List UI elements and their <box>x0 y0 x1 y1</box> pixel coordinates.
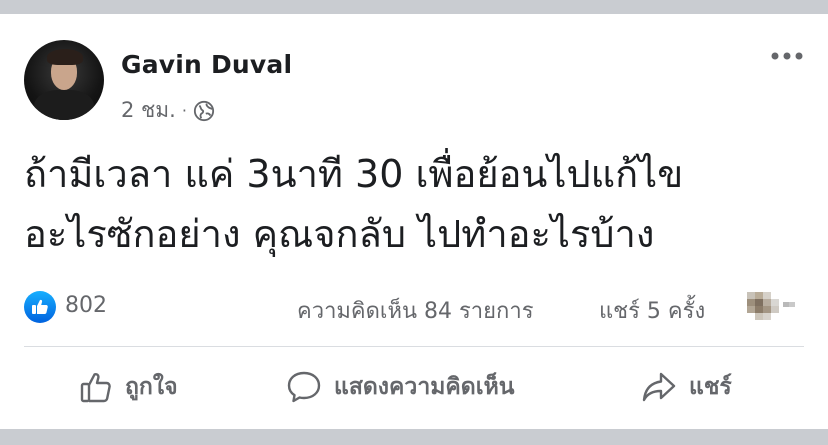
post-timestamp[interactable]: 2 ชม. <box>121 94 176 127</box>
shares-count[interactable]: แชร์ 5 ครั้ง <box>599 293 705 328</box>
comment-button[interactable]: แสดงความคิดเห็น <box>286 354 514 420</box>
post-actions: ถูกใจ แสดงความคิดเห็น แชร์ <box>24 354 804 420</box>
avatar-hair <box>47 49 83 65</box>
share-button[interactable]: แชร์ <box>641 354 732 420</box>
post-meta: 2 ชม. · <box>121 94 215 127</box>
share-arrow-icon <box>642 372 676 402</box>
author-name[interactable]: Gavin Duval <box>121 50 292 79</box>
comment-button-label: แสดงความคิดเห็น <box>334 374 515 400</box>
comment-icon <box>287 371 321 403</box>
post-stats: 802 ความคิดเห็น 84 รายการ แชร์ 5 ครั้ง <box>24 288 804 324</box>
meta-separator: · <box>181 101 187 120</box>
thumbs-up-icon <box>80 373 111 403</box>
post-text-line: อะไรซักอย่าง คุณจกลับ ไปทำอะไรบ้าง <box>24 212 655 256</box>
like-reaction-badge[interactable] <box>24 291 56 323</box>
post-message: ถ้ามีเวลา แค่ 3นาที 30 เพื่อย้อนไปแก้ไข … <box>24 144 814 264</box>
post-card: Gavin Duval 2 ชม. · ถ้ามีเวลา แค่ 3นาที … <box>0 14 828 429</box>
author-avatar[interactable] <box>24 40 104 120</box>
like-button-label: ถูกใจ <box>125 374 178 400</box>
reactor-avatar-pixelated[interactable] <box>741 290 801 322</box>
like-count[interactable]: 802 <box>65 293 107 318</box>
globe-icon[interactable] <box>193 100 215 122</box>
divider <box>24 346 804 347</box>
like-icon <box>32 299 48 314</box>
comments-count[interactable]: ความคิดเห็น 84 รายการ <box>297 293 534 328</box>
like-button[interactable]: ถูกใจ <box>79 354 178 420</box>
post-text-line: ถ้ามีเวลา แค่ 3นาที 30 เพื่อย้อนไปแก้ไข <box>24 152 684 196</box>
avatar-body <box>34 90 94 120</box>
more-options-icon[interactable] <box>770 50 804 62</box>
share-button-label: แชร์ <box>689 374 732 400</box>
